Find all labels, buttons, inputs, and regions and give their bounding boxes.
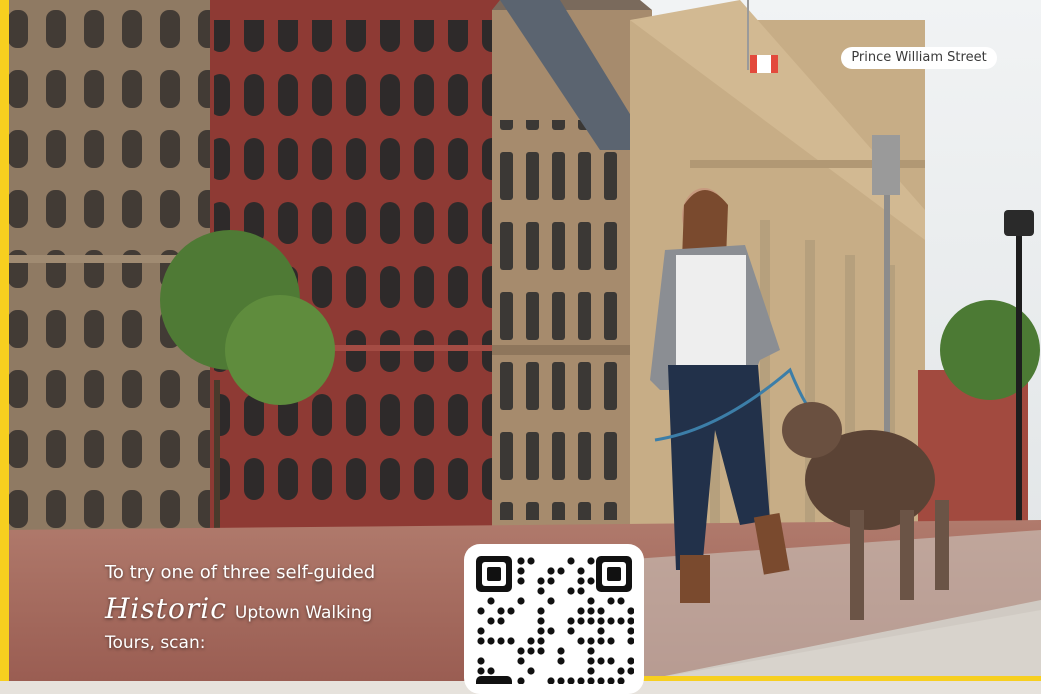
photo-caption: Prince William Street [841, 47, 997, 69]
promo-line-2-rest: Uptown Walking [234, 603, 373, 623]
walking-tour-promo: To try one of three self-guided Historic… [105, 560, 455, 653]
promo-line-1: To try one of three self-guided [105, 562, 376, 583]
qr-code-card[interactable] [464, 544, 644, 694]
qr-code-icon[interactable] [474, 554, 634, 684]
promo-line-3: Tours, scan: [105, 633, 206, 653]
promo-line-2: Historic Uptown Walking [105, 592, 455, 625]
brand-edge-left [0, 0, 9, 681]
promo-script-word: Historic [105, 592, 227, 625]
brand-edge-bottom [640, 676, 1041, 681]
